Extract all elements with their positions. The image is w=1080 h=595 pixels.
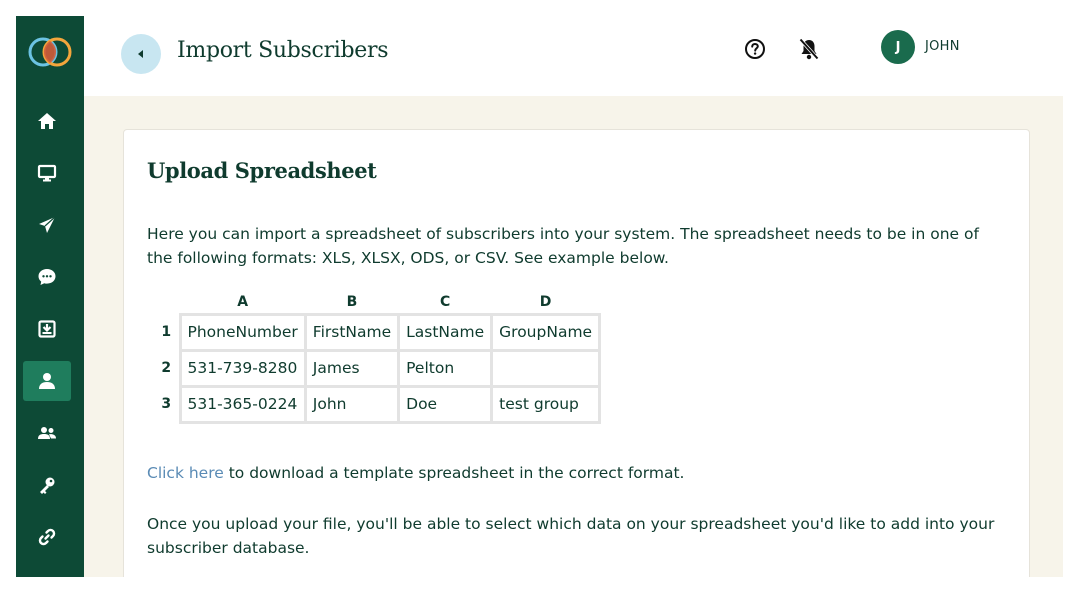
top-header: Import Subscribers J JOHN xyxy=(84,16,1063,96)
group-icon xyxy=(38,427,56,439)
bell-off-icon[interactable] xyxy=(798,37,820,61)
sheet-cell: James xyxy=(303,348,401,388)
sheet-cell xyxy=(490,348,602,388)
home-icon xyxy=(38,113,56,129)
sidebar xyxy=(16,16,84,577)
sidebar-item-send[interactable] xyxy=(23,205,71,245)
sheet-row-number: 2 xyxy=(161,360,172,376)
back-icon xyxy=(138,50,143,58)
sidebar-item-inbox[interactable] xyxy=(23,309,71,349)
page-title: Import Subscribers xyxy=(177,38,389,63)
sheet-header-row: A B C D xyxy=(154,292,600,314)
sheet-row: 2 531-739-8280 James Pelton xyxy=(154,348,602,388)
outro-text: Once you upload your file, you'll be abl… xyxy=(147,515,995,557)
download-template-link[interactable]: Click here xyxy=(147,464,224,482)
upload-card: Upload Spreadsheet Here you can import a… xyxy=(123,129,1030,577)
sheet-row-number: 1 xyxy=(161,324,172,340)
sidebar-item-chat[interactable] xyxy=(23,257,71,297)
sheet-column-header: B xyxy=(346,294,358,311)
key-icon xyxy=(40,477,55,494)
send-icon xyxy=(39,216,56,233)
help-icon[interactable] xyxy=(744,38,766,60)
sheet-cell: Doe xyxy=(397,384,494,424)
intro-text: Here you can import a spreadsheet of sub… xyxy=(147,225,979,267)
download-template-rest: to download a template spreadsheet in th… xyxy=(223,464,685,482)
sheet-column-header: A xyxy=(237,294,249,311)
logo-icon[interactable] xyxy=(22,30,78,74)
sheet-cell: 531-739-8280 xyxy=(178,348,307,388)
chat-icon xyxy=(38,269,56,285)
user-name[interactable]: JOHN xyxy=(925,39,960,54)
sheet-cell: PhoneNumber xyxy=(178,312,307,352)
sheet-row-number: 3 xyxy=(161,396,172,412)
sheet-cell: FirstName xyxy=(303,312,401,352)
sheet-cell: LastName xyxy=(397,312,494,352)
sheet-row: 1 PhoneNumber FirstName LastName GroupNa… xyxy=(154,312,602,352)
sidebar-item-monitor[interactable] xyxy=(23,153,71,193)
sidebar-item-groups[interactable] xyxy=(23,413,71,453)
user-avatar[interactable]: J xyxy=(881,30,915,64)
back-button[interactable] xyxy=(121,34,161,74)
sheet-cell: John xyxy=(303,384,401,424)
sheet-row: 3 531-365-0224 John Doe test group xyxy=(154,384,602,424)
sidebar-item-home[interactable] xyxy=(23,101,71,141)
inbox-download-icon xyxy=(38,320,56,338)
sheet-cell: GroupName xyxy=(490,312,602,352)
sidebar-item-subscribers[interactable] xyxy=(23,361,71,401)
card-title: Upload Spreadsheet xyxy=(147,158,377,183)
sheet-cell: Pelton xyxy=(397,348,494,388)
link-icon xyxy=(38,528,56,546)
sidebar-item-keys[interactable] xyxy=(23,465,71,505)
monitor-icon xyxy=(37,164,57,182)
sheet-column-header: C xyxy=(440,294,451,311)
download-template-text: Click here to download a template spread… xyxy=(147,464,684,482)
app-frame: Import Subscribers J JOHN Upload Spreads… xyxy=(16,16,1063,577)
sheet-column-header: D xyxy=(539,294,552,311)
sidebar-item-links[interactable] xyxy=(23,517,71,557)
sheet-corner xyxy=(154,292,180,314)
sheet-cell: 531-365-0224 xyxy=(178,384,307,424)
example-spreadsheet: A B C D 1 PhoneNumber FirstName LastName… xyxy=(154,292,602,424)
sheet-cell: test group xyxy=(490,384,602,424)
person-icon xyxy=(39,373,55,389)
